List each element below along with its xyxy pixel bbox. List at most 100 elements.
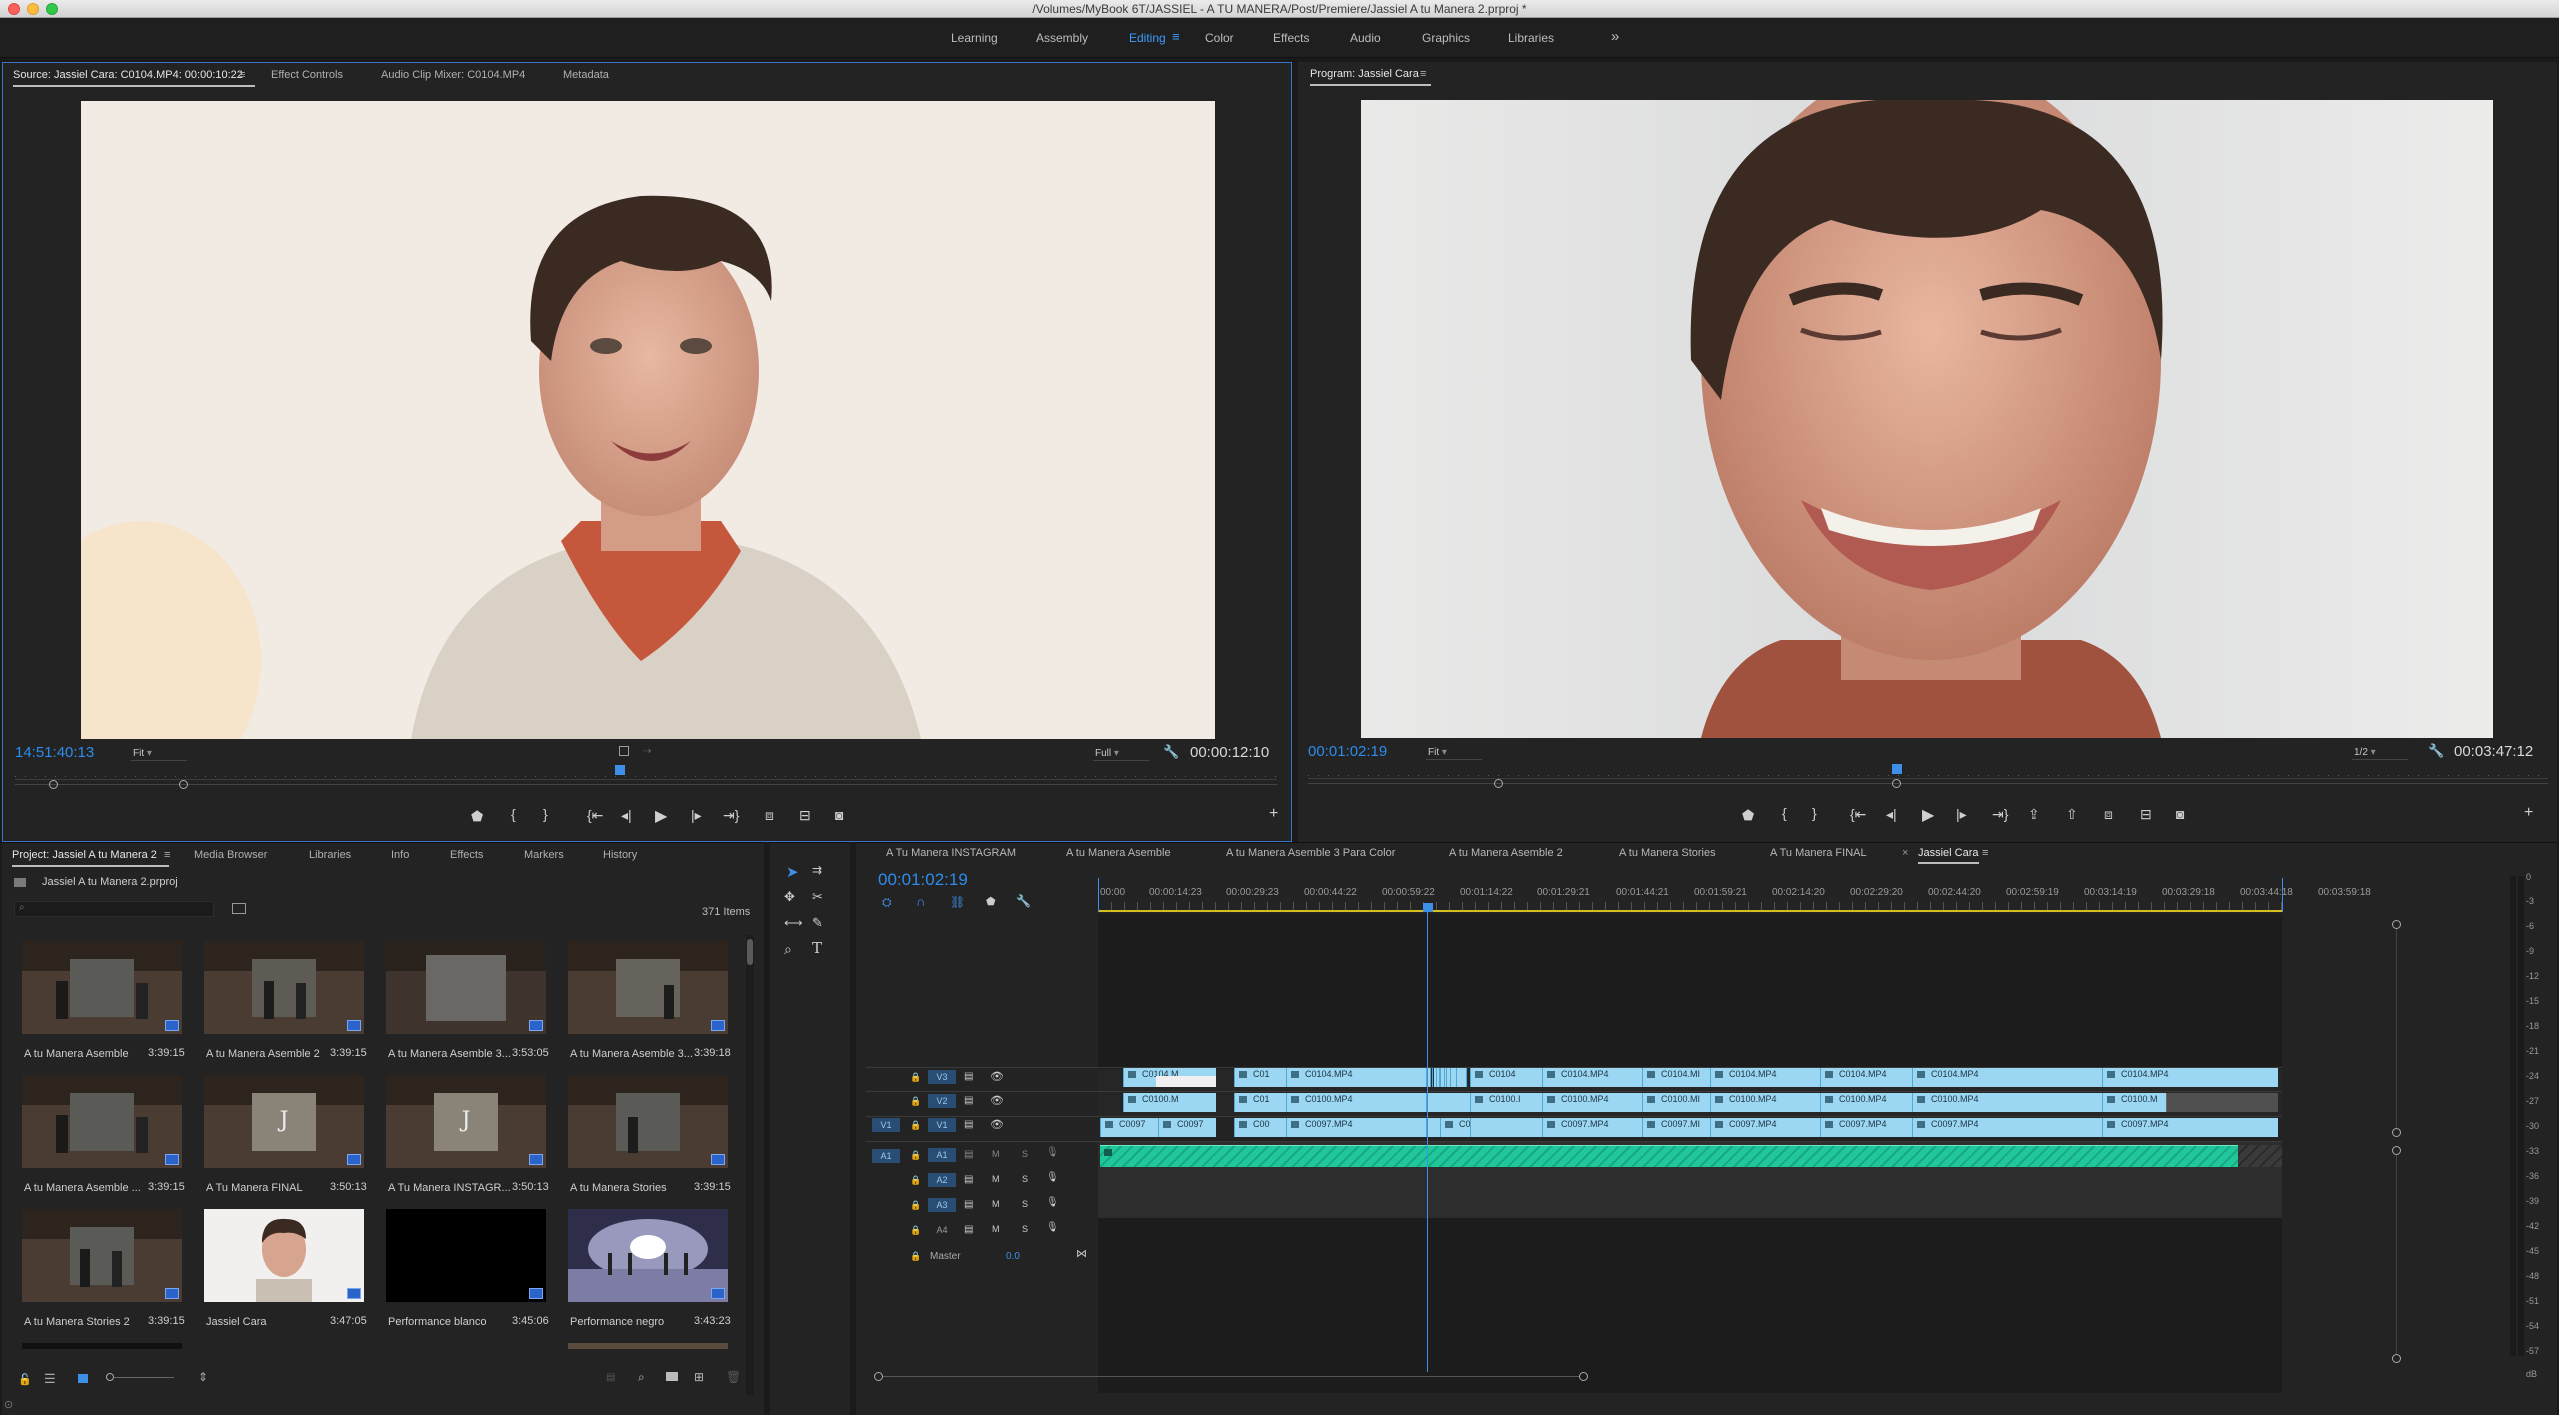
sync-lock-icon[interactable]: ▤ bbox=[964, 1224, 973, 1235]
export-frame-camera-icon[interactable]: ◙ bbox=[835, 807, 843, 823]
timeline-clip[interactable]: C0104.MP4 bbox=[1710, 1068, 1820, 1087]
program-step-forward-icon[interactable]: |▸ bbox=[1956, 806, 1967, 823]
program-zoom-handle-left[interactable] bbox=[1494, 779, 1503, 788]
source-settings-wrench-icon[interactable]: 🔧 bbox=[1163, 744, 1179, 760]
timeline-clip[interactable]: C0100.MI bbox=[1642, 1093, 1710, 1112]
workspace-learning[interactable]: Learning bbox=[951, 31, 998, 45]
new-bin-icon[interactable] bbox=[666, 1372, 678, 1381]
track-lock-icon[interactable]: 🔒 bbox=[910, 1072, 921, 1083]
timeline-clip[interactable]: C0097.MP4 bbox=[1710, 1118, 1820, 1137]
project-item-thumbnail[interactable] bbox=[22, 1075, 182, 1168]
new-search-bin-icon[interactable] bbox=[232, 903, 246, 914]
thumbnail-zoom-handle[interactable] bbox=[106, 1373, 114, 1381]
play-icon[interactable]: ▶ bbox=[655, 806, 667, 826]
timeline-settings-wrench-icon[interactable]: 🔧 bbox=[1016, 894, 1031, 908]
tab-source[interactable]: Source: Jassiel Cara: C0104.MP4: 00:00:1… bbox=[13, 69, 255, 87]
program-add-marker-icon[interactable]: ⬟ bbox=[1742, 807, 1754, 824]
track-lock-icon[interactable]: 🔒 bbox=[910, 1200, 921, 1211]
source-zoom-handle-right[interactable] bbox=[179, 780, 188, 789]
sequence-tab[interactable]: A tu Manera Asemble 3 Para Color bbox=[1226, 847, 1395, 859]
audio-track-zoom-handle-bottom[interactable] bbox=[2392, 1354, 2401, 1363]
project-item-thumbnail[interactable] bbox=[22, 1209, 182, 1302]
source-zoom-select[interactable]: Fit bbox=[131, 747, 187, 761]
solo-button[interactable]: S bbox=[1022, 1174, 1028, 1184]
source-patch-a1[interactable]: A1 bbox=[872, 1149, 900, 1163]
workspace-assembly[interactable]: Assembly bbox=[1036, 31, 1088, 45]
workspace-libraries[interactable]: Libraries bbox=[1508, 31, 1554, 45]
video-track-zoom-handle-top[interactable] bbox=[2392, 920, 2401, 929]
master-volume-value[interactable]: 0.0 bbox=[1006, 1251, 1020, 1262]
find-icon[interactable]: ⌕ bbox=[638, 1370, 645, 1385]
timeline-clip[interactable]: C0097.MP4 bbox=[1912, 1118, 2102, 1137]
timeline-clip[interactable]: C0100.MP4 bbox=[1820, 1093, 1912, 1112]
timeline-clip[interactable] bbox=[1426, 1093, 1470, 1112]
status-bar-icon[interactable]: ⊙ bbox=[4, 1398, 13, 1411]
type-tool-icon[interactable]: T bbox=[812, 939, 822, 957]
sequence-tab[interactable]: A tu Manera Stories bbox=[1619, 847, 1716, 859]
insert-icon[interactable]: ⧈ bbox=[765, 807, 774, 824]
timeline-clip[interactable]: C0100.MP4 bbox=[1710, 1093, 1820, 1112]
timeline-clip[interactable]: C0104.MP4 bbox=[1820, 1068, 1912, 1087]
project-scrollbar[interactable] bbox=[746, 935, 754, 1395]
tab-program[interactable]: Program: Jassiel Cara bbox=[1310, 68, 1431, 86]
project-search-input[interactable]: ⌕ bbox=[14, 901, 214, 917]
mark-out-icon[interactable]: } bbox=[543, 806, 548, 822]
slip-tool-icon[interactable]: ⟷ bbox=[784, 915, 803, 931]
timeline-clip[interactable]: C0097.MP4 bbox=[1286, 1118, 1426, 1137]
workspace-editing[interactable]: Editing bbox=[1129, 31, 1166, 45]
program-zoom-select[interactable]: Fit bbox=[1426, 746, 1482, 760]
timeline-clip[interactable]: C0100.MP4 bbox=[1542, 1093, 1642, 1112]
trim-toggle-icon[interactable]: ⊟ bbox=[2140, 806, 2152, 823]
timeline-clip[interactable]: C0104.MP4 bbox=[1912, 1068, 2102, 1087]
video-track-scrollbar[interactable] bbox=[2396, 929, 2397, 1128]
sync-lock-icon[interactable]: ▤ bbox=[964, 1095, 973, 1106]
program-zoom-handle-right[interactable] bbox=[1892, 779, 1901, 788]
source-time-ruler[interactable] bbox=[15, 766, 1277, 780]
voice-over-mic-icon[interactable]: 🎙 bbox=[1046, 1222, 1059, 1233]
sync-lock-icon[interactable]: ▤ bbox=[964, 1199, 973, 1210]
source-playhead[interactable] bbox=[615, 765, 625, 775]
timeline-clip[interactable]: C0097.MP4 bbox=[1542, 1118, 1642, 1137]
solo-button[interactable]: S bbox=[1022, 1224, 1028, 1234]
program-go-to-in-icon[interactable]: {⇤ bbox=[1850, 806, 1866, 823]
program-playhead[interactable] bbox=[1892, 764, 1902, 774]
new-item-icon[interactable]: ⊞ bbox=[694, 1370, 704, 1384]
source-resolution-select[interactable]: Full bbox=[1093, 747, 1149, 761]
timeline-clip[interactable] bbox=[1470, 1118, 1542, 1137]
video-track-empty-area[interactable] bbox=[1098, 914, 2282, 1069]
sequence-tab[interactable]: A tu Manera Asemble 2 bbox=[1449, 847, 1563, 859]
button-editor-plus-icon[interactable]: + bbox=[1269, 805, 1278, 823]
timeline-clip[interactable]: C0100.M bbox=[1123, 1093, 1216, 1112]
panel-menu-icon[interactable]: ≡ bbox=[239, 69, 245, 81]
overwrite-icon[interactable]: ⊟ bbox=[799, 807, 811, 824]
comparison-view-icon[interactable]: ⧈ bbox=[2104, 806, 2113, 823]
solo-button[interactable]: S bbox=[1022, 1199, 1028, 1209]
tab-history[interactable]: History bbox=[603, 849, 637, 861]
workspace-color[interactable]: Color bbox=[1205, 31, 1234, 45]
workspace-effects[interactable]: Effects bbox=[1273, 31, 1309, 45]
source-patch-v1[interactable]: V1 bbox=[872, 1118, 900, 1132]
toggle-output-eye-icon[interactable]: 👁 bbox=[990, 1070, 1004, 1083]
extract-icon[interactable]: ⇧ bbox=[2066, 806, 2078, 823]
track-target-v3[interactable]: V3 bbox=[928, 1070, 956, 1084]
lift-icon[interactable]: ⇪ bbox=[2028, 806, 2040, 823]
track-lock-icon[interactable]: 🔒 bbox=[910, 1120, 921, 1131]
snap-magnet-icon[interactable]: ∩ bbox=[916, 894, 925, 909]
timeline-clip-disabled[interactable] bbox=[2166, 1093, 2278, 1112]
program-mark-in-icon[interactable]: { bbox=[1782, 805, 1787, 821]
timeline-clip[interactable]: C0097 bbox=[1440, 1118, 1470, 1137]
program-panel-menu-icon[interactable]: ≡ bbox=[1420, 68, 1426, 80]
source-zoom-scrollbar[interactable] bbox=[15, 784, 1277, 785]
track-lock-icon[interactable]: 🔒 bbox=[910, 1251, 921, 1262]
audio-track-empty-area[interactable] bbox=[1098, 1218, 2282, 1393]
linked-selection-icon[interactable]: ⛓ bbox=[950, 895, 965, 909]
project-item-thumbnail[interactable]: J bbox=[204, 1075, 364, 1168]
timeline-clip[interactable]: C0097 bbox=[1100, 1118, 1158, 1137]
close-sequence-icon[interactable]: × bbox=[1902, 847, 1908, 859]
tab-info[interactable]: Info bbox=[391, 849, 409, 861]
tab-effect-controls[interactable]: Effect Controls bbox=[271, 69, 343, 81]
track-target-v1[interactable]: V1 bbox=[928, 1118, 956, 1132]
tab-markers[interactable]: Markers bbox=[524, 849, 564, 861]
timeline-zoom-handle-right[interactable] bbox=[1579, 1372, 1588, 1381]
project-item-thumbnail[interactable] bbox=[568, 1075, 728, 1168]
